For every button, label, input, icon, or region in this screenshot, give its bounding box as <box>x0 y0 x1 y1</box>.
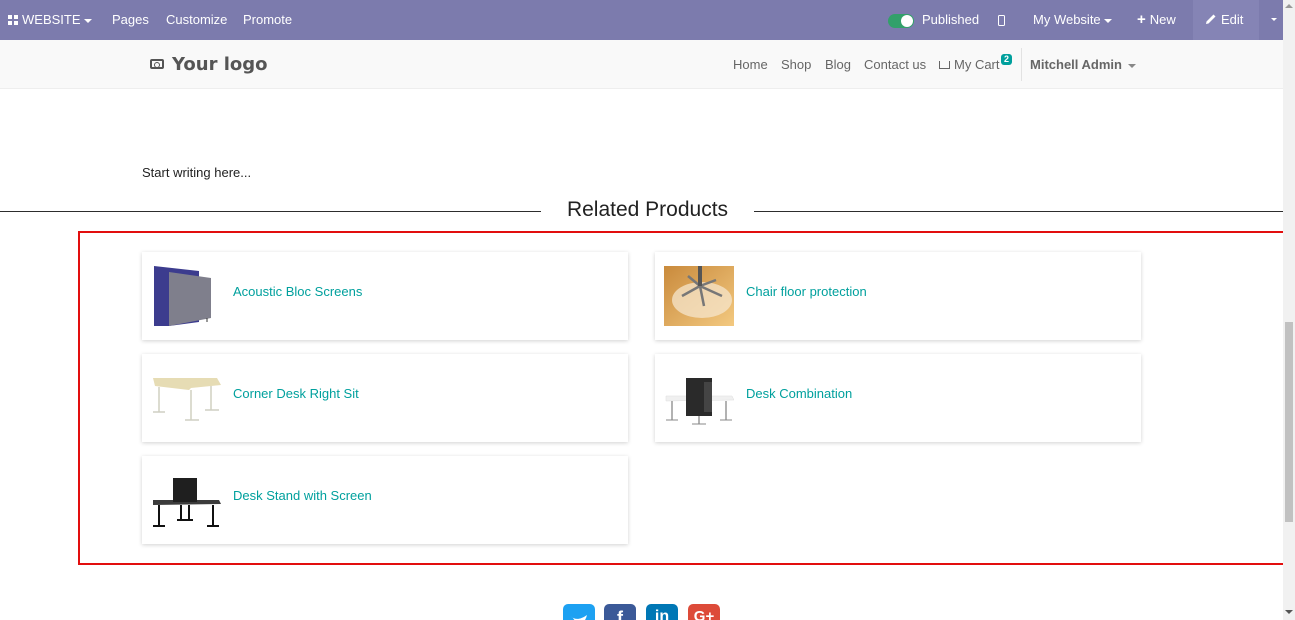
cart-count-badge: 2 <box>1001 54 1013 65</box>
facebook-f-glyph: f <box>617 608 623 620</box>
customize-menu[interactable]: Customize <box>166 0 227 40</box>
twitter-icon[interactable] <box>563 604 595 620</box>
website-menu[interactable]: WEBSITE <box>8 0 92 40</box>
chevron-down-icon <box>1103 18 1112 23</box>
editable-placeholder-text[interactable]: Start writing here... <box>142 165 251 180</box>
pages-menu[interactable]: Pages <box>112 0 149 40</box>
logo-text: Your logo <box>172 54 268 75</box>
product-name[interactable]: Desk Stand with Screen <box>233 456 372 536</box>
product-image-chair-floor-protection <box>664 266 734 326</box>
new-button[interactable]: + New <box>1137 0 1176 40</box>
linkedin-icon[interactable]: in <box>646 604 678 620</box>
apps-grid-icon <box>8 15 18 25</box>
nav-contact-us[interactable]: Contact us <box>864 40 926 89</box>
promote-menu[interactable]: Promote <box>243 0 292 40</box>
related-products-title: Related Products <box>566 198 729 221</box>
website-admin-bar: WEBSITE Pages Customize Promote Publishe… <box>0 0 1283 40</box>
nav-divider <box>1021 48 1022 81</box>
product-card[interactable]: Acoustic Bloc Screens <box>142 252 628 340</box>
product-image-corner-desk-right-sit <box>153 378 221 421</box>
scroll-down-arrow-icon[interactable] <box>1285 610 1293 614</box>
product-name[interactable]: Chair floor protection <box>746 252 867 332</box>
facebook-icon[interactable]: f <box>604 604 636 620</box>
website-menu-label: WEBSITE <box>22 12 81 27</box>
product-card[interactable]: Desk Combination <box>655 354 1141 442</box>
nav-shop[interactable]: Shop <box>781 40 811 89</box>
scroll-up-arrow-icon[interactable] <box>1285 4 1293 8</box>
google-plus-glyph: G+ <box>693 608 715 620</box>
page-scrollbar[interactable] <box>1283 0 1295 620</box>
edit-options-dropdown[interactable] <box>1259 0 1283 40</box>
published-label: Published <box>922 12 980 27</box>
product-name[interactable]: Desk Combination <box>746 354 852 434</box>
mobile-phone-icon <box>998 15 1005 27</box>
product-card[interactable]: Corner Desk Right Sit <box>142 354 628 442</box>
toggle-switch-icon <box>888 13 914 28</box>
product-name[interactable]: Acoustic Bloc Screens <box>233 252 362 332</box>
chevron-down-icon <box>83 18 92 23</box>
google-plus-icon[interactable]: G+ <box>688 604 720 620</box>
nav-home[interactable]: Home <box>733 40 768 89</box>
plus-icon: + <box>1137 11 1146 28</box>
related-products-heading: Related Products <box>0 198 1283 224</box>
nav-blog[interactable]: Blog <box>825 40 851 89</box>
site-header: Your logo Home Shop Blog Contact us My C… <box>0 40 1283 89</box>
product-image-acoustic-bloc-screens <box>154 266 211 326</box>
camera-icon <box>150 59 164 69</box>
scrollbar-thumb[interactable] <box>1285 322 1293 522</box>
user-name: Mitchell Admin <box>1030 57 1122 72</box>
site-logo[interactable]: Your logo <box>150 54 268 75</box>
nav-my-cart[interactable]: My Cart <box>939 40 1000 89</box>
product-card[interactable]: Chair floor protection <box>655 252 1141 340</box>
product-image-desk-combination <box>665 378 734 425</box>
new-label: New <box>1149 12 1176 27</box>
edit-label: Edit <box>1221 12 1244 27</box>
shopping-cart-icon <box>939 61 950 69</box>
cart-label: My Cart <box>954 57 1000 72</box>
my-website-menu[interactable]: My Website <box>1033 0 1112 40</box>
linkedin-glyph: in <box>654 608 670 620</box>
twitter-bird-icon <box>570 615 587 620</box>
publish-toggle[interactable]: Published <box>888 0 979 40</box>
pencil-icon <box>1206 14 1216 24</box>
chevron-down-icon <box>1271 18 1277 21</box>
user-menu[interactable]: Mitchell Admin <box>1030 40 1136 89</box>
product-image-desk-stand-with-screen <box>153 478 221 527</box>
product-name[interactable]: Corner Desk Right Sit <box>233 354 359 434</box>
mobile-preview-button[interactable] <box>998 0 1005 40</box>
my-website-label: My Website <box>1033 12 1101 27</box>
product-card[interactable]: Desk Stand with Screen <box>142 456 628 544</box>
edit-button[interactable]: Edit <box>1193 0 1259 40</box>
chevron-down-icon <box>1127 63 1136 68</box>
